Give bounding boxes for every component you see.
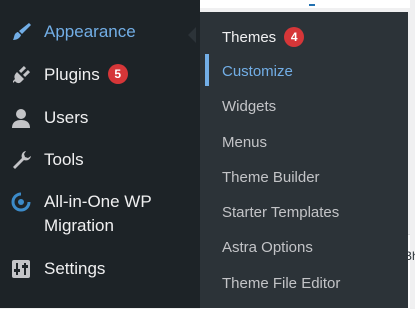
sidebar-item-appearance[interactable]: Appearance [0,20,200,44]
submenu-item-customize[interactable]: Customize [222,63,293,80]
sidebar-item-plugins[interactable]: Plugins 5 [0,63,200,87]
wrench-icon [10,149,32,171]
sidebar-item-label: All-in-One WP Migration [44,192,152,235]
submenu-item-widgets[interactable]: Widgets [222,98,276,115]
sidebar-item-label: Appearance [44,22,136,41]
sidebar-item-label: Settings [44,259,106,278]
sidebar-item-label: Users [44,108,89,127]
admin-sidebar: Appearance Plugins 5 Users Tools All-in-… [0,0,200,308]
content-card-top [200,0,410,8]
themes-update-badge: 4 [284,27,305,47]
sidebar-item-all-in-one-wp-migration[interactable]: All-in-One WP Migration [0,190,200,238]
submenu-pointer [188,27,196,43]
sidebar-item-settings[interactable]: Settings [0,257,200,281]
content-dash [309,4,315,6]
settings-sliders-icon [10,258,32,280]
sidebar-item-tools[interactable]: Tools [0,148,200,172]
user-icon [10,107,32,129]
active-indicator [205,54,209,86]
submenu-item-menus[interactable]: Menus [222,134,267,151]
sidebar-item-label: Tools [44,150,84,169]
submenu-item-astra-options[interactable]: Astra Options [222,239,313,256]
sidebar-item-label: Plugins 5 [44,64,128,86]
plugins-update-badge: 5 [107,64,128,85]
migration-icon [10,191,32,213]
sidebar-item-users[interactable]: Users [0,106,200,130]
paintbrush-icon [10,21,32,43]
submenu-item-theme-file-editor[interactable]: Theme File Editor [222,275,340,292]
submenu-item-themes[interactable]: Themes 4 [222,27,305,48]
appearance-flyout-submenu: Themes 4 Customize Widgets Menus Theme Bu… [200,12,408,308]
submenu-item-theme-builder[interactable]: Theme Builder [222,169,320,186]
submenu-item-starter-templates[interactable]: Starter Templates [222,204,339,221]
plug-icon [10,64,32,86]
